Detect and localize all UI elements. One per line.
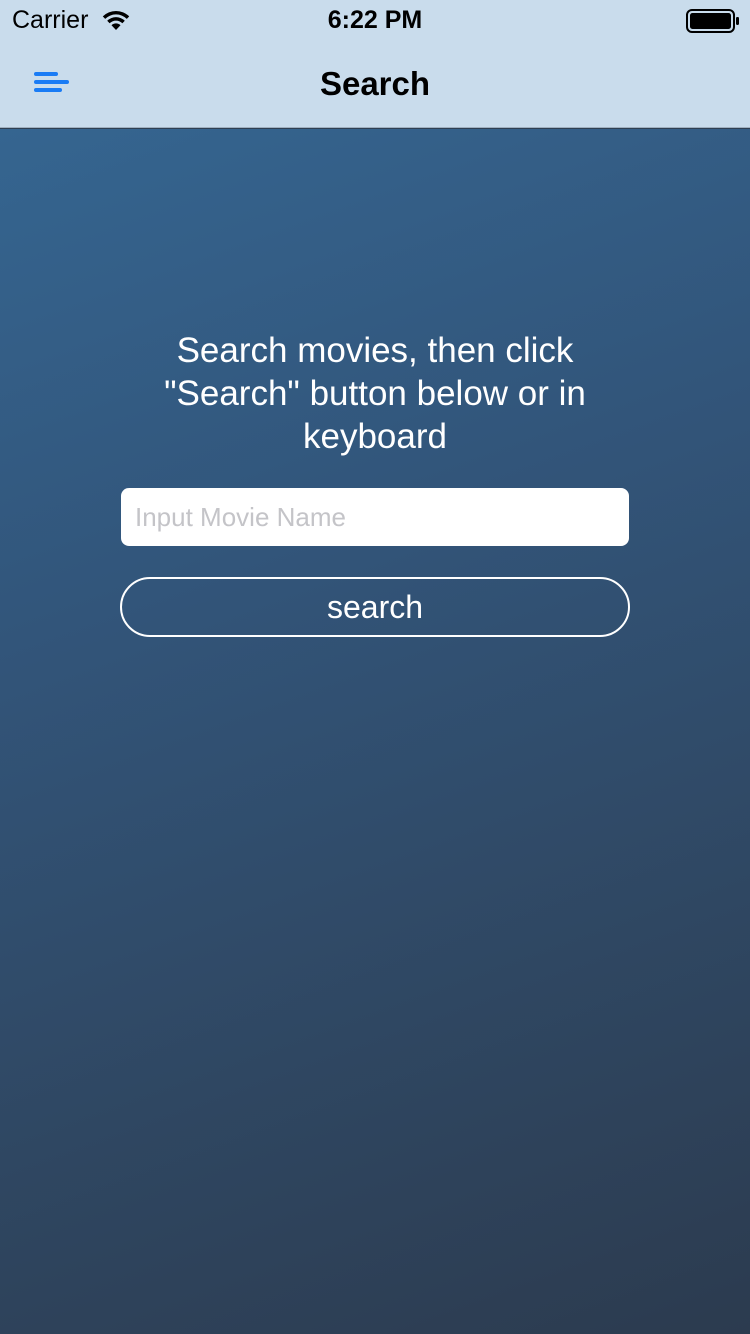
navigation-bar: Search: [0, 40, 750, 128]
movie-name-input[interactable]: [121, 488, 629, 546]
status-time: 6:22 PM: [327, 6, 423, 34]
top-bar: Carrier 6:22 PM Search: [0, 0, 750, 128]
battery-icon: [686, 9, 739, 33]
instructions-text: Search movies, then click "Search" butto…: [164, 331, 586, 456]
status-bar: Carrier 6:22 PM: [0, 0, 750, 40]
page-title: Search: [319, 65, 431, 102]
search-button[interactable]: search: [120, 577, 630, 637]
search-screen: Search movies, then click "Search" butto…: [0, 129, 750, 1334]
